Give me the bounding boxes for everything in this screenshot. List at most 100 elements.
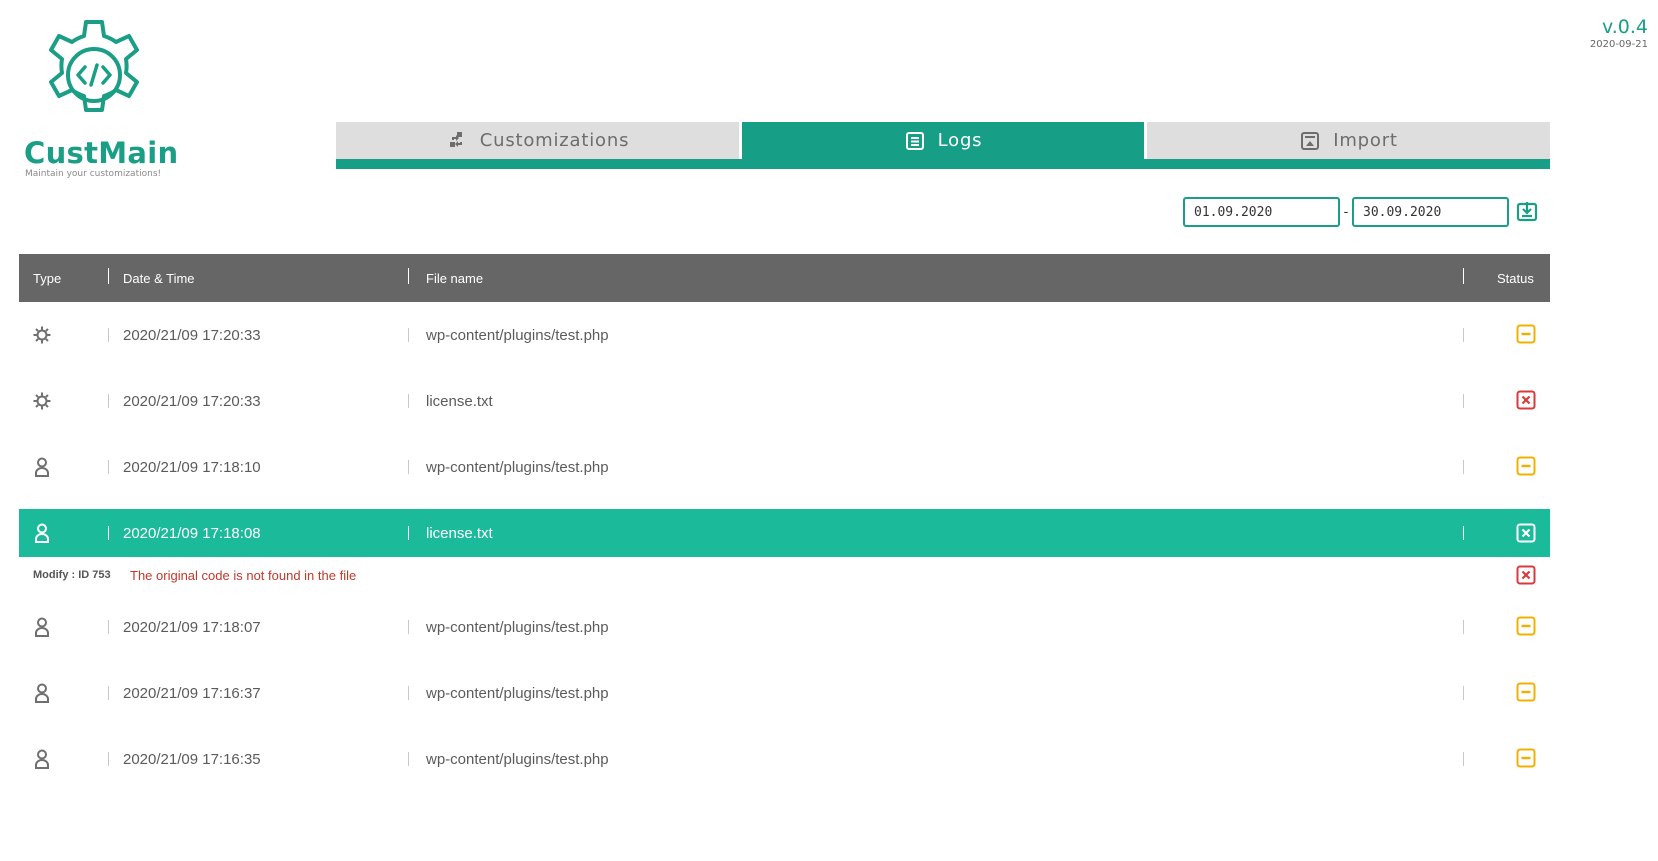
row-status-button[interactable] — [1516, 390, 1536, 410]
column-divider — [108, 620, 109, 634]
column-divider — [408, 460, 409, 474]
column-divider — [1463, 752, 1464, 766]
column-divider — [1463, 526, 1464, 540]
column-divider — [408, 394, 409, 408]
tab-logs-label: Logs — [937, 130, 983, 151]
row-filename: wp-content/plugins/test.php — [426, 684, 609, 702]
table-row[interactable]: 2020/21/09 17:18:08 license.txt — [19, 509, 1550, 557]
app-logo: CustMain Maintain your customizations! — [20, 14, 180, 184]
transfer-icon — [446, 130, 468, 152]
error-status-icon — [1516, 565, 1536, 585]
row-datetime: 2020/21/09 17:18:08 — [123, 524, 261, 542]
row-filename: wp-content/plugins/test.php — [426, 618, 609, 636]
column-divider — [108, 460, 109, 474]
detail-message: The original code is not found in the fi… — [130, 568, 357, 583]
user-icon — [35, 617, 49, 637]
warning-status-icon — [1516, 616, 1536, 636]
date-to-input[interactable] — [1352, 197, 1509, 227]
version-date: 2020-09-21 — [1589, 39, 1648, 50]
column-divider — [408, 328, 409, 342]
table-header: Type Date & Time File name Status — [19, 254, 1550, 302]
error-status-icon — [1516, 390, 1536, 410]
gear-icon — [33, 326, 51, 344]
row-filename: wp-content/plugins/test.php — [426, 326, 609, 344]
column-divider — [408, 526, 409, 540]
tab-logs[interactable]: Logs — [742, 122, 1144, 159]
column-divider — [408, 268, 409, 284]
table-row[interactable]: 2020/21/09 17:16:37 wp-content/plugins/t… — [19, 660, 1550, 726]
row-status-button[interactable] — [1516, 682, 1536, 702]
logs-table: Type Date & Time File name Status 2020/2… — [19, 254, 1550, 792]
column-header-type[interactable]: Type — [33, 254, 61, 302]
table-row[interactable]: 2020/21/09 17:18:07 wp-content/plugins/t… — [19, 594, 1550, 660]
column-header-status[interactable]: Status — [1497, 254, 1534, 302]
table-row[interactable]: 2020/21/09 17:16:35 wp-content/plugins/t… — [19, 726, 1550, 792]
column-divider — [108, 394, 109, 408]
row-datetime: 2020/21/09 17:16:37 — [123, 684, 261, 702]
table-row[interactable]: 2020/21/09 17:20:33 license.txt — [19, 368, 1550, 434]
tab-import[interactable]: Import — [1147, 122, 1550, 159]
warning-status-icon — [1516, 748, 1536, 768]
column-divider — [1463, 328, 1464, 342]
user-icon — [35, 683, 49, 703]
gear-icon — [33, 392, 51, 410]
row-status-button[interactable] — [1516, 748, 1536, 768]
tab-customizations-label: Customizations — [479, 130, 630, 151]
detail-status-button[interactable] — [1516, 565, 1536, 585]
row-status-button[interactable] — [1516, 456, 1536, 476]
column-divider — [1463, 268, 1464, 284]
main-tabs: Customizations Logs Import — [336, 122, 1550, 169]
warning-status-icon — [1516, 456, 1536, 476]
row-datetime: 2020/21/09 17:18:10 — [123, 458, 261, 476]
column-divider — [408, 752, 409, 766]
user-icon — [35, 749, 49, 769]
error-status-icon — [1516, 523, 1536, 543]
column-divider — [1463, 394, 1464, 408]
row-type — [32, 748, 52, 770]
table-row[interactable]: 2020/21/09 17:18:10 wp-content/plugins/t… — [19, 434, 1550, 500]
import-icon — [1299, 130, 1321, 152]
row-datetime: 2020/21/09 17:16:35 — [123, 750, 261, 768]
row-status-button[interactable] — [1516, 523, 1536, 543]
row-filename: license.txt — [426, 392, 493, 410]
row-filename: wp-content/plugins/test.php — [426, 750, 609, 768]
column-header-file[interactable]: File name — [426, 254, 483, 302]
column-divider — [1463, 460, 1464, 474]
row-type — [32, 390, 52, 412]
user-icon — [35, 457, 49, 477]
row-type — [32, 682, 52, 704]
row-type — [32, 324, 52, 346]
row-type — [32, 456, 52, 478]
row-datetime: 2020/21/09 17:18:07 — [123, 618, 261, 636]
tabs-underline — [336, 159, 1550, 169]
app-tagline: Maintain your customizations! — [25, 169, 162, 179]
column-header-datetime[interactable]: Date & Time — [123, 254, 195, 302]
export-button[interactable] — [1516, 200, 1538, 222]
user-icon — [35, 523, 49, 543]
column-divider — [108, 752, 109, 766]
app-name: CustMain — [24, 136, 179, 170]
row-status-button[interactable] — [1516, 616, 1536, 636]
column-divider — [1463, 686, 1464, 700]
column-divider — [1463, 620, 1464, 634]
table-row[interactable]: 2020/21/09 17:20:33 wp-content/plugins/t… — [19, 302, 1550, 368]
row-filename: wp-content/plugins/test.php — [426, 458, 609, 476]
column-divider — [108, 328, 109, 342]
warning-status-icon — [1516, 682, 1536, 702]
column-divider — [408, 686, 409, 700]
date-range-filter: - — [1183, 197, 1509, 227]
row-filename: license.txt — [426, 524, 493, 542]
download-icon — [1516, 202, 1538, 222]
column-divider — [108, 526, 109, 540]
list-icon — [904, 130, 926, 152]
table-body: 2020/21/09 17:20:33 wp-content/plugins/t… — [19, 302, 1550, 792]
row-status-button[interactable] — [1516, 324, 1536, 344]
tab-customizations[interactable]: Customizations — [336, 122, 739, 159]
version-label: v.0.4 — [1601, 16, 1648, 38]
column-divider — [108, 268, 109, 284]
row-type — [32, 522, 52, 544]
column-divider — [108, 686, 109, 700]
row-detail: Modify : ID 753 The original code is not… — [19, 557, 1550, 594]
gear-code-logo-icon — [49, 20, 139, 112]
date-from-input[interactable] — [1183, 197, 1340, 227]
